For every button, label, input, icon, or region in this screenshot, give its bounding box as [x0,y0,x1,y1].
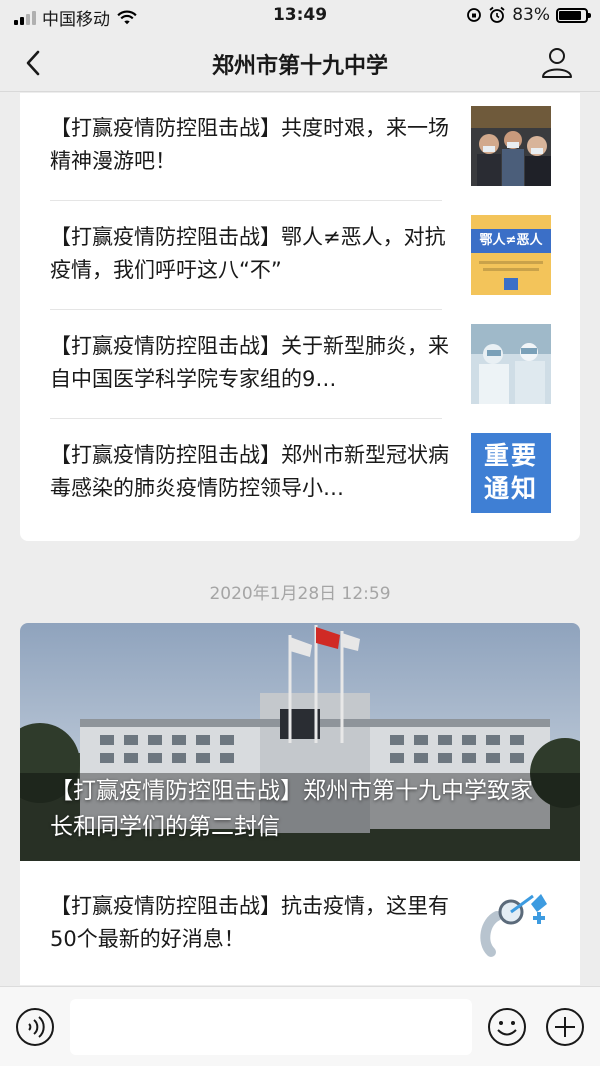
cover-headline: 【打赢疫情防控阻击战】郑州市第十九中学致家长和同学们的第二封信 [50,778,533,840]
voice-icon[interactable] [15,1007,55,1047]
battery-percent: 83% [512,5,550,25]
alarm-icon [489,6,505,23]
article-item[interactable]: 【打赢疫情防控阻击战】鄂人≠恶人，对抗疫情，我们呼吁这八“不” 鄂人≠恶人 [50,215,551,329]
plus-icon[interactable] [545,1007,585,1047]
rotation-lock-icon [467,8,482,22]
divider [50,309,442,310]
cover-article[interactable]: 【打赢疫情防控阻击战】郑州市第十九中学致家长和同学们的第二封信 [20,623,580,861]
message-timestamp: 2020年1月28日 12:59 [209,584,391,604]
article-item[interactable]: 【打赢疫情防控阻击战】关于新型肺炎，来自中国医学科学院专家组的9… [50,324,551,438]
divider [50,200,442,201]
page-title: 郑州市第十九中学 [211,54,388,79]
emoji-icon[interactable] [487,1007,527,1047]
article-thumbnail [471,882,551,962]
article-title: 【打赢疫情防控阻击战】抗击疫情，这里有50个最新的好消息！ [50,894,449,951]
article-title: 【打赢疫情防控阻击战】关于新型肺炎，来自中国医学科学院专家组的9… [50,334,449,391]
message-input[interactable] [70,999,472,1055]
article-title: 【打赢疫情防控阻击战】共度时艰，来一场精神漫游吧！ [50,116,449,173]
article-title: 【打赢疫情防控阻击战】鄂人≠恶人，对抗疫情，我们呼吁这八“不” [50,225,446,282]
battery-icon [556,7,591,23]
chat-input-bar [0,986,600,1066]
chat-content[interactable]: 【打赢疫情防控阻击战】共度时艰，来一场精神漫游吧！ 【打赢疫情防控阻击战】鄂人≠… [0,93,600,985]
article-item[interactable]: 【打赢疫情防控阻击战】郑州市新型冠状病毒感染的肺炎疫情防控领导小… 重要通知 [50,433,551,547]
article-item[interactable]: 【打赢疫情防控阻击战】共度时艰，来一场精神漫游吧！ [50,106,551,220]
thumbnail-caption: 重要通知 [483,441,538,503]
status-bar: 中国移动 13:49 83% [0,0,600,34]
article-thumbnail: 鄂人≠恶人 [471,215,551,295]
article-title: 【打赢疫情防控阻击战】郑州市新型冠状病毒感染的肺炎疫情防控领导小… [50,443,449,500]
article-thumbnail: 重要通知 [471,433,551,513]
article-thumbnail [471,324,551,404]
article-item[interactable]: 【打赢疫情防控阻击战】抗击疫情，这里有50个最新的好消息！ [50,882,551,985]
thumbnail-caption: 鄂人≠恶人 [471,229,551,253]
profile-icon[interactable] [540,45,574,79]
article-thumbnail [471,106,551,186]
nav-bar: 郑州市第十九中学 [0,34,600,92]
divider [50,418,442,419]
article-card: 【打赢疫情防控阻击战】郑州市第十九中学致家长和同学们的第二封信 【打赢疫情防控阻… [20,623,580,985]
